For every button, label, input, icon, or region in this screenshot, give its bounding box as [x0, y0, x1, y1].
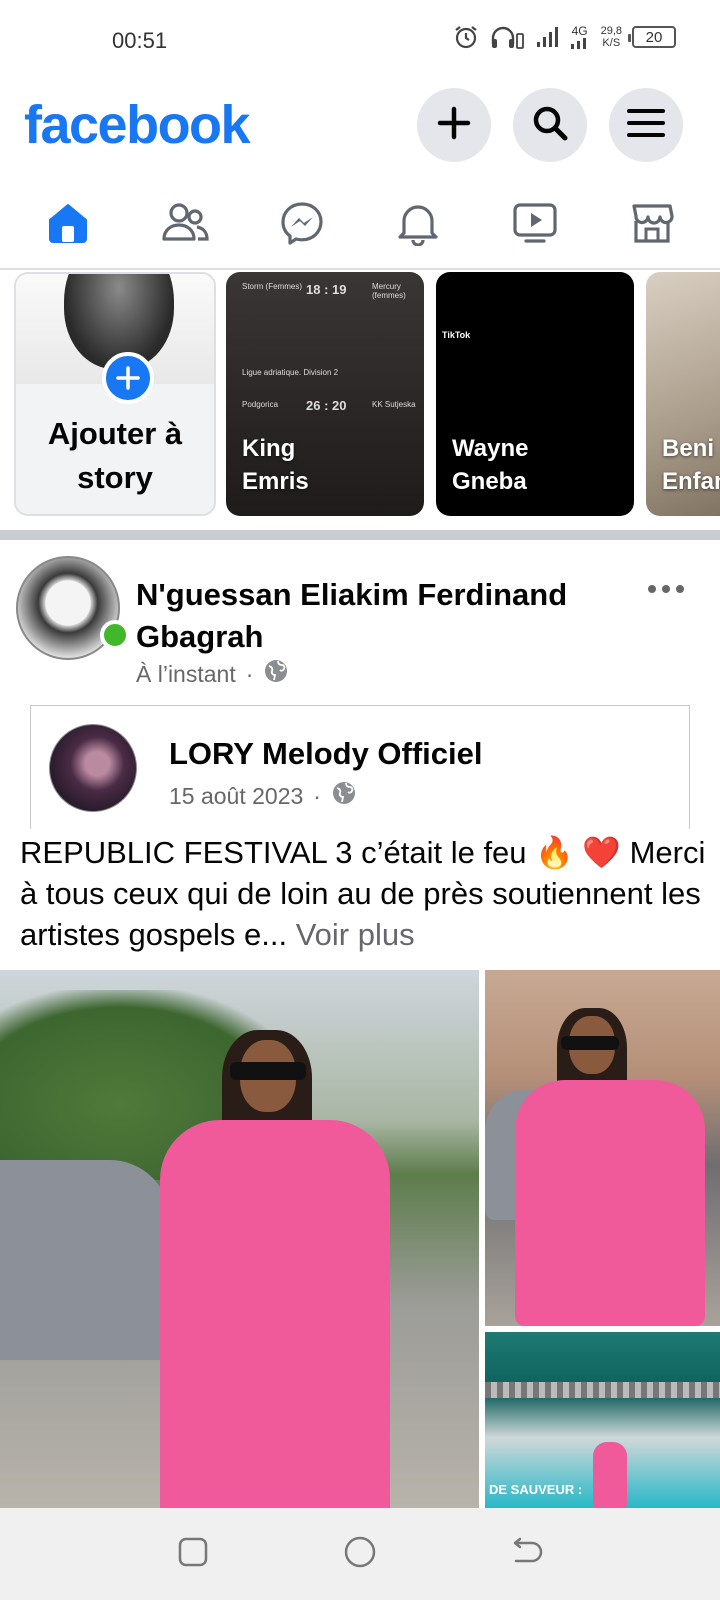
see-more-link[interactable]: Voir plus — [287, 917, 415, 952]
alarm-icon — [453, 24, 479, 50]
photo-performer — [593, 1442, 627, 1508]
story-card[interactable]: Beni Enfan — [646, 272, 720, 516]
messenger-icon — [279, 200, 325, 251]
create-story-label: Ajouter à story — [47, 416, 183, 495]
tab-home[interactable] — [28, 185, 108, 265]
tab-marketplace[interactable] — [612, 185, 692, 265]
post-photo[interactable] — [0, 970, 479, 1508]
marketplace-icon — [629, 200, 675, 251]
photo-outfit — [160, 1120, 390, 1508]
create-story-card[interactable]: Ajouter à story — [14, 272, 216, 516]
story-mini-team: KK Sutjeska — [372, 400, 416, 409]
story-mini-league: Ligue adriatique. Division 2 — [242, 368, 339, 377]
story-mini-team: Mercury (femmes) — [372, 282, 406, 300]
search-button[interactable] — [513, 88, 587, 162]
status-icons: 4G 29,8 K/S 20 — [453, 24, 676, 50]
tab-notifications[interactable] — [378, 185, 458, 265]
story-mini-score: 18 : 19 — [306, 282, 347, 297]
story-name: King Emris — [242, 435, 309, 495]
home-nav-button[interactable] — [330, 1524, 390, 1584]
circle-icon — [343, 1535, 377, 1574]
story-name: Beni Enfan — [662, 435, 720, 495]
network-4g: 4G — [569, 23, 591, 49]
net-speed: 29,8 K/S — [601, 25, 622, 49]
photo-sunglasses — [230, 1062, 306, 1080]
create-button[interactable] — [417, 88, 491, 162]
shared-post-meta: 15 août 2023 · — [169, 780, 357, 812]
back-button[interactable] — [497, 1524, 557, 1584]
post-meta: À l’instant · — [136, 658, 289, 690]
facebook-logo[interactable]: facebook — [24, 94, 251, 156]
square-icon — [177, 1536, 209, 1573]
recent-apps-button[interactable] — [163, 1524, 223, 1584]
shared-post-header[interactable]: LORY Melody Officiel 15 août 2023 · — [30, 705, 690, 829]
section-divider — [0, 530, 720, 540]
photo-stage-truss — [485, 1382, 720, 1398]
post-time[interactable]: À l’instant — [136, 661, 236, 688]
photo-car — [0, 1160, 170, 1360]
bell-icon — [396, 200, 440, 251]
more-horizontal-icon — [646, 583, 686, 600]
photo-banner-text: DE SAUVEUR : — [489, 1482, 583, 1497]
stories-tray: Ajouter à story Storm (Femmes) 18 : 19 M… — [0, 272, 720, 522]
post-author-name[interactable]: N'guessan Eliakim Ferdinand Gbagrah — [136, 574, 616, 658]
story-mini-team: Podgorica — [242, 400, 279, 409]
plus-icon — [436, 105, 472, 146]
system-nav-bar — [0, 1508, 720, 1600]
photo-outfit — [515, 1080, 705, 1326]
menu-icon — [626, 105, 666, 146]
story-name: Wayne Gneba — [452, 435, 529, 495]
post-photo[interactable] — [485, 970, 720, 1326]
battery-icon: 20 — [628, 26, 676, 48]
story-mini-team: Storm (Femmes) — [242, 282, 302, 291]
shared-post-date[interactable]: 15 août 2023 — [169, 783, 303, 810]
online-status-dot — [100, 620, 130, 650]
tab-messenger[interactable] — [262, 185, 342, 265]
story-card[interactable]: Storm (Femmes) 18 : 19 Mercury (femmes) … — [226, 272, 424, 516]
net-speed-unit: K/S — [602, 37, 621, 49]
signal-icon — [535, 25, 559, 49]
search-icon — [530, 103, 570, 148]
photo-sunglasses — [561, 1036, 619, 1050]
add-story-plus-icon — [102, 352, 154, 404]
tab-video[interactable] — [495, 185, 575, 265]
status-time: 00:51 — [112, 28, 168, 53]
globe-icon — [331, 780, 357, 812]
globe-icon — [263, 658, 289, 690]
net-speed-value: 29,8 — [600, 25, 622, 37]
post-photo[interactable]: DE SAUVEUR : — [485, 1332, 720, 1508]
tab-friends[interactable] — [145, 185, 225, 265]
post-options-button[interactable] — [646, 582, 686, 601]
headphones-icon — [489, 24, 525, 50]
video-icon — [512, 201, 558, 250]
main-tabs — [0, 182, 720, 270]
battery-level: 20 — [645, 28, 663, 46]
home-icon — [45, 200, 91, 251]
meta-dot-separator: · — [245, 660, 254, 687]
post-caption: REPUBLIC FESTIVAL 3 c’était le feu 🔥 ❤️ … — [20, 832, 710, 955]
meta-dot-separator: · — [313, 782, 321, 809]
network-type: 4G — [571, 23, 588, 38]
app-header: facebook — [0, 82, 720, 172]
shared-author-name[interactable]: LORY Melody Officiel — [169, 736, 483, 772]
story-card[interactable]: TikTok Wayne Gneba — [436, 272, 634, 516]
menu-button[interactable] — [609, 88, 683, 162]
back-arrow-icon — [510, 1537, 544, 1572]
story-mini-score: 26 : 20 — [306, 398, 347, 413]
shared-author-avatar[interactable] — [49, 724, 137, 812]
tiktok-watermark: TikTok — [442, 330, 471, 340]
post-header: N'guessan Eliakim Ferdinand Gbagrah À l’… — [0, 556, 720, 687]
friends-icon — [161, 201, 209, 250]
status-bar: 00:51 4G 29,8 K/S 20 — [0, 0, 720, 80]
